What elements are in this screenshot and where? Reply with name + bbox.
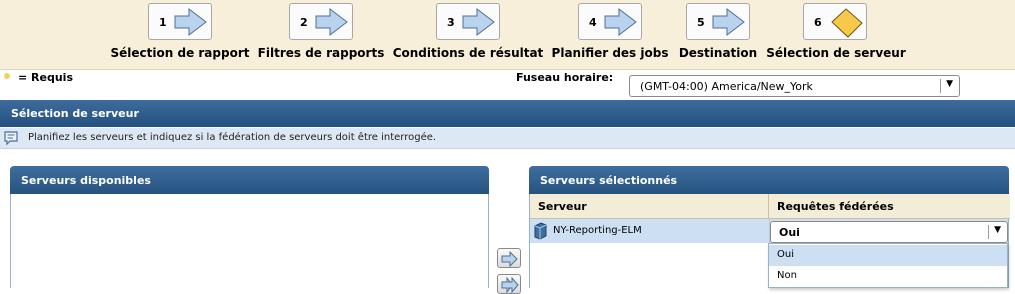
- arrow-right-icon: [604, 7, 637, 37]
- column-header-label: Requêtes fédérées: [777, 200, 894, 213]
- step-number: 4: [589, 16, 597, 29]
- step-box: 3: [436, 3, 500, 40]
- step-number: 6: [814, 16, 822, 29]
- wizard-step-label[interactable]: Planifier des jobs: [552, 46, 669, 60]
- wizard-step-label[interactable]: Destination: [679, 46, 757, 60]
- column-header-federated[interactable]: Requêtes fédérées: [769, 194, 1010, 219]
- federated-query-value: Oui: [779, 226, 800, 239]
- column-header-server[interactable]: Serveur: [530, 194, 769, 219]
- timezone-select[interactable]: (GMT-04:00) America/New_York ▼: [629, 75, 960, 97]
- select-divider: [940, 79, 941, 93]
- timezone-label: Fuseau horaire:: [516, 71, 614, 84]
- selected-servers-header: Serveurs sélectionnés: [529, 166, 1009, 194]
- move-right-button[interactable]: [497, 248, 521, 268]
- step-number: 3: [447, 16, 455, 29]
- step-number: 1: [159, 16, 167, 29]
- wizard-step-label[interactable]: Filtres de rapports: [258, 46, 385, 60]
- column-header-label: Serveur: [538, 200, 587, 213]
- required-dot-icon: [4, 73, 10, 79]
- available-servers-title: Serveurs disponibles: [21, 174, 151, 187]
- hint-text: Planifiez les serveurs et indiquez si la…: [28, 132, 437, 143]
- chevron-down-icon: ▼: [946, 79, 953, 89]
- chevron-down-icon: ▼: [994, 225, 1001, 235]
- dropdown-option-oui[interactable]: Oui: [769, 245, 1007, 266]
- wizard-step-label-current[interactable]: Sélection de serveur: [766, 46, 906, 60]
- federated-options-dropdown: Oui Non: [768, 243, 1008, 288]
- step-box: 6: [803, 3, 867, 40]
- step-box: 2: [289, 3, 353, 40]
- required-legend: = Requis: [18, 71, 73, 84]
- step-box: 1: [148, 3, 212, 40]
- section-header: Sélection de serveur: [0, 100, 1015, 127]
- double-arrow-right-icon: [501, 277, 519, 293]
- diamond-arrow-icon: [831, 8, 863, 38]
- arrow-right-icon: [315, 7, 348, 37]
- server-icon: [534, 222, 547, 240]
- wizard-step-label[interactable]: Sélection de rapport: [111, 46, 250, 60]
- available-servers-list[interactable]: [10, 194, 489, 288]
- wizard-step-label[interactable]: Conditions de résultat: [393, 46, 544, 60]
- dropdown-option-non[interactable]: Non: [769, 266, 1007, 287]
- arrow-right-icon: [712, 7, 745, 37]
- selected-servers-title: Serveurs sélectionnés: [540, 174, 678, 187]
- step-box: 4: [578, 3, 642, 40]
- available-servers-header: Serveurs disponibles: [10, 166, 489, 194]
- step-box: 5: [686, 3, 750, 40]
- timezone-value: (GMT-04:00) America/New_York: [640, 80, 813, 93]
- option-label: Non: [777, 270, 797, 281]
- server-name: NY-Reporting-ELM: [553, 225, 642, 236]
- arrow-right-icon: [174, 7, 207, 37]
- arrow-right-icon: [501, 251, 518, 267]
- arrow-right-icon: [462, 7, 495, 37]
- move-all-right-button[interactable]: [497, 274, 521, 294]
- section-title: Sélection de serveur: [11, 107, 139, 120]
- step-number: 5: [697, 16, 705, 29]
- section-hint: Planifiez les serveurs et indiquez si la…: [0, 128, 1015, 149]
- step-number: 2: [300, 16, 308, 29]
- option-label: Oui: [777, 249, 794, 260]
- table-row[interactable]: NY-Reporting-ELM Oui ▼: [530, 219, 1008, 243]
- select-divider: [988, 225, 989, 239]
- speech-bubble-icon: [4, 131, 18, 146]
- federated-query-select[interactable]: Oui ▼: [770, 221, 1008, 243]
- wizard-steps: 1 Sélection de rapport 2 Filtres de rapp…: [0, 0, 1015, 70]
